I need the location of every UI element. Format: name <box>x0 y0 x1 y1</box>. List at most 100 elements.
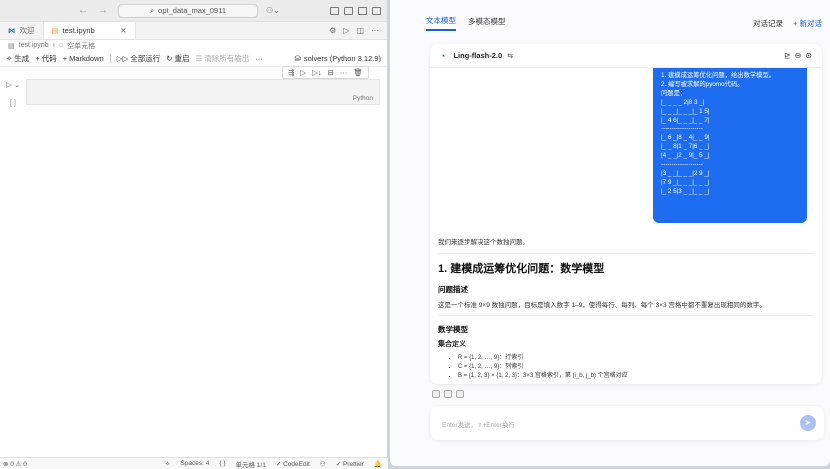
user-message-line: 问题是： <box>661 89 687 97</box>
restart-button[interactable]: ↻ 重启 <box>166 53 189 64</box>
tab-welcome[interactable]: ⋈ 欢迎 <box>0 22 44 39</box>
model-bar: ◔ Ling-flash-2.0 ⇆ ⊵ ⊖ ⊛ <box>430 44 822 68</box>
list-item: R = {1, 2, …, 9}：行索引 <box>458 354 814 363</box>
toggle-panel-icon[interactable] <box>344 6 353 15</box>
user-message-line: -------------------- <box>661 125 703 133</box>
generate-button[interactable]: ✧ 生成 <box>6 53 29 64</box>
more-icon[interactable]: ··· <box>340 68 348 77</box>
list-item: C = {1, 2, …, 9}：列索引 <box>458 363 814 372</box>
model-logo-icon: ◔ <box>440 50 446 61</box>
command-center[interactable]: ⌕ opt_data_max_0911 <box>118 3 258 18</box>
assistant-message: 我们来逐步解决这个数独问题。 1. 建模成运筹优化问题：数学模型 问题描述 这是… <box>430 236 822 381</box>
customize-layout-icon[interactable] <box>372 6 381 15</box>
add-markdown-button[interactable]: + Markdown <box>63 54 104 63</box>
copilot-icon[interactable]: ⚇⌄ <box>266 6 280 15</box>
answer-problem-text: 这是一个标准 9×9 数独问题，目标是填入数字 1–9，使得每行、每列、每个 3… <box>438 299 814 316</box>
cell-language[interactable]: Python <box>353 95 373 102</box>
run-cell-icon[interactable]: ▷ <box>300 68 306 77</box>
cell-execution-count: [ ] <box>10 100 16 107</box>
tab-multimodal-model[interactable]: 多模态模型 <box>468 16 506 30</box>
run-all-button[interactable]: ▷▷ 全部运行 <box>117 53 161 64</box>
nav-arrows: ← → <box>78 5 108 16</box>
notebook-icon: ▤ <box>8 42 15 50</box>
notifications-icon[interactable]: 🔔 <box>374 460 382 468</box>
new-chat-button[interactable]: + 新对话 <box>793 18 822 29</box>
add-code-button[interactable]: + 代码 <box>35 53 56 64</box>
tab-label: test.ipynb <box>62 26 95 35</box>
plus-icon: + <box>62 54 68 63</box>
answer-intro: 我们来逐步解决这个数独问题。 <box>438 239 529 246</box>
forward-arrow-icon[interactable]: → <box>98 5 108 16</box>
notebook-icon: ▤ <box>51 26 59 35</box>
back-arrow-icon[interactable]: ← <box>78 5 88 16</box>
clear-outputs-button[interactable]: ☰ 清除所有输出 <box>196 53 250 64</box>
swap-model-icon[interactable]: ⇆ <box>507 52 513 60</box>
toggle-sidebar-icon[interactable] <box>330 6 339 15</box>
list-item: B = {1, 2, 3} × {1, 2, 3}：3×3 宫格索引，第 (i_… <box>458 372 814 381</box>
breadcrumb-file[interactable]: test.ipynb <box>19 42 49 49</box>
user-message-line: |_ 4 6|_ _ _|_ _ 7| <box>661 116 710 124</box>
notebook-kernel-icon[interactable]: ✧ <box>165 460 170 468</box>
run-above-icon[interactable]: ⇶ <box>288 68 294 77</box>
plus-icon: + <box>35 54 40 63</box>
conversation-panel: ◔ Ling-flash-2.0 ⇆ ⊵ ⊖ ⊛ 1. 建模成运筹优化问题，给出… <box>430 44 822 384</box>
command-center-label: opt_data_max_0911 <box>158 6 227 15</box>
model-selector[interactable]: Ling-flash-2.0 <box>453 51 502 60</box>
search-icon: ⌕ <box>149 5 155 15</box>
answer-sets-heading: 集合定义 <box>438 341 466 348</box>
clear-icon: ☰ <box>195 54 203 63</box>
cell-toolbar: ⇶ ▷ ▷↓ ⊟ ··· 🗑 <box>282 66 369 79</box>
upload-image-icon[interactable] <box>444 390 452 398</box>
history-button[interactable]: 对话记录 <box>753 18 783 29</box>
split-editor-icon[interactable]: ◫ <box>356 26 364 35</box>
chat-app: 文本模型 多模态模型 对话记录 + 新对话 ◔ Ling-flash-2.0 ⇆… <box>390 0 830 466</box>
layout-icon[interactable]: ⊵ <box>784 51 791 60</box>
tab-test-ipynb[interactable]: ▤ test.ipynb ✕ <box>43 22 136 39</box>
cell-position[interactable]: 单元格 1/1 <box>236 459 266 469</box>
trash-icon[interactable]: 🗑 <box>353 68 363 77</box>
titlebar: ← → ⌕ opt_data_max_0911 ⚇⌄ <box>0 0 387 22</box>
tab-text-model[interactable]: 文本模型 <box>426 15 456 31</box>
gear-icon[interactable]: ⚙ <box>329 26 336 35</box>
sparkle-icon: ✧ <box>6 54 13 63</box>
user-message-line: |_ _ _|_ _ _|_ 1 5| <box>661 107 710 115</box>
problems-count[interactable]: ⊗ 0 ⚠ 0 <box>0 460 27 468</box>
minus-circle-icon[interactable]: ⊖ <box>795 51 802 60</box>
cell-icon: ◌ <box>58 42 64 49</box>
upload-file-icon[interactable] <box>432 390 440 398</box>
editor-tabs: ⋈ 欢迎 ▤ test.ipynb ✕ ⚙ ▷ ◫ ··· <box>0 22 387 40</box>
user-message-line: |_ 6 _|8 _ 4|_ _ 9| <box>661 134 710 142</box>
answer-heading: 1. 建模成运筹优化问题：数学模型 <box>438 253 814 276</box>
split-cell-icon[interactable]: ⊟ <box>328 68 334 77</box>
chat-input-placeholder[interactable]: Enter发送，⇧+Enter换行 <box>442 419 515 429</box>
user-message-line: |4 _ _|2 _ 9|_ 5 _| <box>661 152 710 160</box>
sets-list: R = {1, 2, …, 9}：行索引 C = {1, 2, …, 9}：列索… <box>438 354 814 381</box>
breadcrumb-cell[interactable]: 空单元格 <box>67 41 95 51</box>
vscode-logo-icon: ⋈ <box>8 26 16 35</box>
prettier-status[interactable]: ✓ Prettier <box>336 460 364 468</box>
close-icon[interactable]: ✕ <box>120 26 126 35</box>
vscode-window: ← → ⌕ opt_data_max_0911 ⚇⌄ ⋈ 欢迎 ▤ test.i… <box>0 0 388 469</box>
run-below-icon[interactable]: ▷↓ <box>312 68 322 77</box>
more-icon[interactable]: ··· <box>371 26 379 35</box>
model-bar-icons: ⊵ ⊖ ⊛ <box>784 51 812 60</box>
send-button[interactable]: ➤ <box>800 415 816 431</box>
statusbar-right: ✧ Spaces: 4 { } 单元格 1/1 ✓ CodeEdit ⚇ ✓ P… <box>165 459 382 469</box>
kernel-picker[interactable]: ⛁ solvers (Python 3.12.9) <box>295 54 381 63</box>
answer-subheading-problem: 问题描述 <box>438 285 468 294</box>
code-cell-editor[interactable]: Python <box>26 79 380 105</box>
cell-run-button[interactable]: ▷ ⌄ <box>6 80 20 89</box>
user-message-line: |_ 2 5|3 _ _|_ _ _| <box>661 187 710 195</box>
codeedit-status[interactable]: ✓ CodeEdit <box>276 460 310 468</box>
copilot-status-icon[interactable]: ⚇ <box>320 460 326 468</box>
more-button[interactable]: ··· <box>255 54 263 63</box>
indentation-status[interactable]: Spaces: 4 <box>180 460 209 467</box>
tool-icon[interactable] <box>456 390 464 398</box>
user-message-line: -------------------- <box>661 161 703 169</box>
chat-input-box[interactable]: Enter发送，⇧+Enter换行 ➤ <box>430 406 824 440</box>
settings-circle-icon[interactable]: ⊛ <box>805 51 812 60</box>
notebook-toolbar: ✧ 生成 + 代码 + Markdown ▷▷ 全部运行 ↻ 重启 ☰ 清除所有… <box>0 51 387 67</box>
statusbar: ⊗ 0 ⚠ 0 ✧ Spaces: 4 { } 单元格 1/1 ✓ CodeEd… <box>0 457 388 469</box>
toggle-secondary-sidebar-icon[interactable] <box>358 6 367 15</box>
run-icon[interactable]: ▷ <box>343 26 349 35</box>
